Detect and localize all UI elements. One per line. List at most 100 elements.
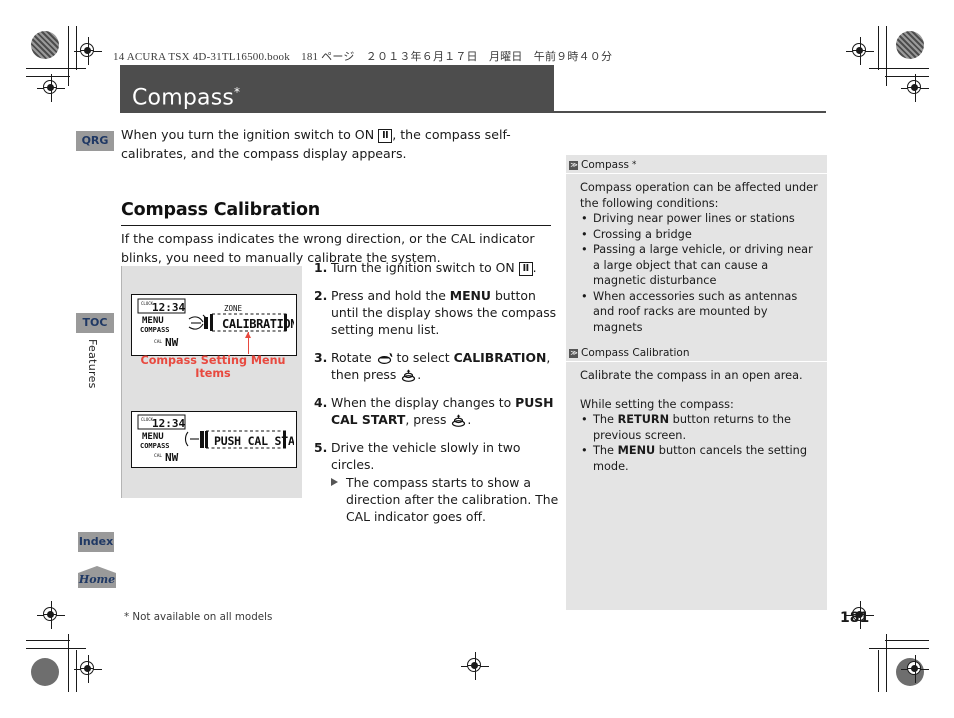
step-subnote: The compass starts to show a direction a… bbox=[331, 474, 562, 525]
figure-caption: Compass Setting Menu Items bbox=[140, 354, 286, 380]
note-heading: ≫ Compass * bbox=[566, 155, 827, 173]
note-intro-text: Calibrate the compass in an open area. bbox=[580, 369, 803, 382]
caption-pointer-arrow bbox=[245, 332, 251, 354]
registration-dot bbox=[896, 31, 924, 59]
figure-column: CLOCK 12:34 MENU COMPASS CAL NW ZONE CAL… bbox=[121, 266, 302, 498]
svg-text:MENU: MENU bbox=[142, 316, 164, 326]
emphasis-text: RETURN bbox=[617, 413, 670, 426]
note-bullet-item: Driving near power lines or stations bbox=[581, 211, 819, 227]
registration-crosshair bbox=[901, 655, 929, 683]
page-number: 181 bbox=[840, 610, 870, 626]
svg-text:PUSH CAL START: PUSH CAL START bbox=[214, 434, 294, 448]
section-heading: Compass Calibration bbox=[121, 200, 321, 220]
instruction-steps: 1. Turn the ignition switch to ON II. 2. Pr… bbox=[314, 259, 562, 536]
chapter-label-features: Features bbox=[86, 339, 99, 389]
emphasis-text: MENU bbox=[617, 444, 656, 457]
lcd-figure-push-cal-start: CLOCK 12:34 MENU COMPASS CAL NW PUSH CAL… bbox=[131, 411, 297, 468]
emphasis-text: CALIBRATION bbox=[453, 350, 547, 365]
svg-text:COMPASS: COMPASS bbox=[140, 442, 170, 450]
registration-crosshair bbox=[37, 74, 65, 102]
ignition-on-key-icon: II bbox=[518, 262, 533, 276]
step-number: 2. bbox=[314, 288, 328, 303]
registration-crosshair bbox=[74, 655, 102, 683]
note-heading-text: Compass Calibration bbox=[581, 347, 690, 359]
registration-crosshair bbox=[37, 601, 65, 629]
note-bullet-item: The MENU button cancels the setting mode… bbox=[581, 443, 819, 474]
manual-page: 14 ACURA TSX 4D-31TL16500.book 181 ページ ２… bbox=[0, 0, 954, 718]
page-title-bar: Compass* bbox=[120, 65, 554, 113]
step-number: 5. bbox=[314, 440, 328, 455]
sidebar-tab-home[interactable]: Home bbox=[78, 566, 116, 588]
note-marker-icon: ≫ bbox=[569, 348, 578, 358]
svg-text:CALIBRATION: CALIBRATION bbox=[222, 317, 294, 331]
instruction-step: 3. Rotate to select CALIBRATION, then pre… bbox=[314, 349, 562, 383]
svg-text:12:34: 12:34 bbox=[152, 417, 185, 430]
svg-text:CAL: CAL bbox=[154, 453, 162, 459]
svg-text:COMPASS: COMPASS bbox=[140, 326, 170, 334]
note-heading-asterisk: * bbox=[632, 160, 637, 170]
page-title-asterisk: * bbox=[234, 84, 241, 99]
sidebar-tab-index[interactable]: Index bbox=[78, 532, 114, 552]
sidebar-tab-home-label: Home bbox=[78, 573, 116, 586]
step-number: 4. bbox=[314, 395, 328, 410]
instruction-step: 4. When the display changes to PUSH CAL S… bbox=[314, 394, 562, 428]
intro-paragraph: When you turn the ignition switch to ON … bbox=[121, 125, 561, 163]
note-heading: ≫ Compass Calibration bbox=[566, 343, 827, 361]
instruction-step: 5. Drive the vehicle slowly in two circle… bbox=[314, 439, 562, 525]
print-header-line: 14 ACURA TSX 4D-31TL16500.book 181 ページ ２… bbox=[113, 51, 613, 63]
section-rule bbox=[121, 225, 551, 226]
lcd-figure-calibration-graphic: CLOCK 12:34 MENU COMPASS CAL NW ZONE CAL… bbox=[137, 298, 294, 349]
step-text: When the display changes to PUSH CAL STA… bbox=[331, 395, 554, 427]
note-bullet-list: Driving near power lines or stationsCros… bbox=[580, 211, 819, 335]
note-bullet-item: Crossing a bridge bbox=[581, 227, 819, 243]
registration-dot bbox=[31, 658, 59, 686]
lcd-figure-push-cal-start-graphic: CLOCK 12:34 MENU COMPASS CAL NW PUSH CAL… bbox=[137, 414, 294, 464]
emphasis-text: PUSH CAL START bbox=[331, 395, 554, 427]
svg-text:MENU: MENU bbox=[142, 432, 164, 442]
registration-crosshair bbox=[901, 74, 929, 102]
step-number: 3. bbox=[314, 350, 328, 365]
note-bullet-item: When accessories such as antennas and ro… bbox=[581, 289, 819, 336]
note-spacer bbox=[580, 384, 819, 397]
note-bullet-item: Passing a large vehicle, or driving near… bbox=[581, 242, 819, 289]
svg-text:ZONE: ZONE bbox=[224, 304, 243, 313]
instruction-step: 2. Press and hold the MENU button until t… bbox=[314, 287, 562, 338]
note-bullet-list: The RETURN button returns to the previou… bbox=[580, 412, 819, 474]
registration-crosshair bbox=[846, 37, 874, 65]
step-number: 1. bbox=[314, 260, 328, 275]
note-intro-text: Compass operation can be affected under … bbox=[580, 181, 818, 210]
svg-text:NW: NW bbox=[165, 451, 179, 464]
svg-text:CAL: CAL bbox=[154, 339, 162, 345]
registration-crosshair bbox=[74, 37, 102, 65]
sidebar-tab-qrg[interactable]: QRG bbox=[76, 131, 114, 151]
footnote: * Not available on all models bbox=[124, 611, 273, 623]
lcd-figure-calibration: CLOCK 12:34 MENU COMPASS CAL NW ZONE CAL… bbox=[131, 294, 297, 356]
page-title-text: Compass bbox=[132, 85, 235, 110]
title-rule bbox=[554, 111, 826, 113]
note-body: Calibrate the compass in an open area. Wh… bbox=[566, 362, 827, 482]
note-intro-text-secondary: While setting the compass: bbox=[580, 397, 734, 411]
step-text: Drive the vehicle slowly in two circles. bbox=[331, 440, 521, 472]
press-knob-icon bbox=[402, 369, 416, 382]
ignition-on-key-icon: II bbox=[378, 129, 393, 143]
intro-text-before: When you turn the ignition switch to ON bbox=[121, 127, 379, 142]
note-body: Compass operation can be affected under … bbox=[566, 174, 827, 343]
step-text: Press and hold the MENU button until the… bbox=[331, 288, 557, 337]
sidebar-tab-toc[interactable]: TOC bbox=[76, 313, 114, 333]
instruction-step: 1. Turn the ignition switch to ON II. bbox=[314, 259, 562, 276]
svg-text:12:34: 12:34 bbox=[152, 301, 185, 314]
svg-text:NW: NW bbox=[165, 336, 179, 349]
emphasis-text: MENU bbox=[449, 288, 491, 303]
rotate-knob-icon bbox=[377, 352, 392, 365]
triangle-bullet-icon bbox=[331, 478, 338, 486]
note-marker-icon: ≫ bbox=[569, 160, 578, 170]
registration-dot bbox=[31, 31, 59, 59]
note-heading-text: Compass bbox=[581, 159, 630, 171]
step-text: Turn the ignition switch to ON II. bbox=[331, 260, 537, 276]
press-knob-icon bbox=[452, 414, 466, 427]
registration-crosshair-bottom-center bbox=[461, 652, 489, 680]
note-bullet-item: The RETURN button returns to the previou… bbox=[581, 412, 819, 443]
step-text: Rotate to select CALIBRATION, then press… bbox=[331, 350, 551, 382]
side-notes-panel: ≫ Compass * Compass operation can be affect… bbox=[566, 155, 827, 610]
page-title: Compass* bbox=[132, 85, 240, 110]
